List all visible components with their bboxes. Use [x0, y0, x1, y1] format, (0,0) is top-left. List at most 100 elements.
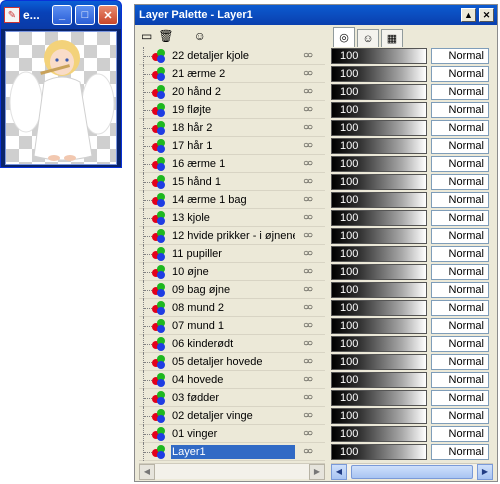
image-window-titlebar[interactable]: ✎ e... _ □ ✕	[1, 1, 121, 29]
visibility-toggle-icon[interactable]: ○○	[303, 428, 313, 439]
tab-general-icon[interactable]: ◎	[333, 27, 355, 47]
visibility-toggle-icon[interactable]: ○○	[303, 446, 313, 457]
layer-name[interactable]: 09 bag øjne	[171, 283, 295, 297]
layer-row[interactable]: 06 kinderødt ○○	[139, 335, 325, 353]
layer-row[interactable]: 18 hår 2 ○○	[139, 119, 325, 137]
blend-mode-select[interactable]: Normal	[431, 426, 489, 442]
close-button[interactable]: ✕	[98, 5, 118, 25]
opacity-slider[interactable]: 100	[331, 444, 427, 460]
blend-mode-select[interactable]: Normal	[431, 66, 489, 82]
opacity-slider[interactable]: 100	[331, 354, 427, 370]
layer-row[interactable]: 14 ærme 1 bag ○○	[139, 191, 325, 209]
opacity-slider[interactable]: 100	[331, 66, 427, 82]
layer-name[interactable]: 01 vinger	[171, 427, 295, 441]
tab-mask-icon[interactable]: ☺	[357, 29, 379, 47]
blend-mode-select[interactable]: Normal	[431, 210, 489, 226]
layer-name[interactable]: 12 hvide prikker - i øjnene	[171, 229, 295, 243]
close-icon[interactable]: ✕	[479, 8, 494, 22]
blend-mode-select[interactable]: Normal	[431, 120, 489, 136]
visibility-toggle-icon[interactable]: ○○	[303, 212, 313, 223]
opacity-slider[interactable]: 100	[331, 156, 427, 172]
layer-name[interactable]: 06 kinderødt	[171, 337, 295, 351]
mask-icon[interactable]: ☺	[194, 29, 206, 43]
scroll-thumb[interactable]	[351, 464, 473, 479]
blend-mode-select[interactable]: Normal	[431, 192, 489, 208]
layer-row[interactable]: 22 detaljer kjole ○○	[139, 47, 325, 65]
layer-name[interactable]: 16 ærme 1	[171, 157, 295, 171]
opacity-slider[interactable]: 100	[331, 390, 427, 406]
scroll-right-icon[interactable]: ▶	[309, 463, 325, 480]
blend-mode-select[interactable]: Normal	[431, 282, 489, 298]
opacity-slider[interactable]: 100	[331, 138, 427, 154]
layer-row[interactable]: Layer1 ○○	[139, 443, 325, 461]
layer-row[interactable]: 17 hår 1 ○○	[139, 137, 325, 155]
blend-mode-select[interactable]: Normal	[431, 138, 489, 154]
opacity-slider[interactable]: 100	[331, 228, 427, 244]
blend-mode-select[interactable]: Normal	[431, 336, 489, 352]
blend-mode-select[interactable]: Normal	[431, 444, 489, 460]
layer-row[interactable]: 08 mund 2 ○○	[139, 299, 325, 317]
layer-row[interactable]: 16 ærme 1 ○○	[139, 155, 325, 173]
layer-name[interactable]: 21 ærme 2	[171, 67, 295, 81]
visibility-toggle-icon[interactable]: ○○	[303, 104, 313, 115]
layer-name[interactable]: 04 hovede	[171, 373, 295, 387]
layer-name[interactable]: 07 mund 1	[171, 319, 295, 333]
layer-row[interactable]: 15 hånd 1 ○○	[139, 173, 325, 191]
scroll-left-icon[interactable]: ◀	[139, 463, 155, 480]
blend-mode-select[interactable]: Normal	[431, 174, 489, 190]
visibility-toggle-icon[interactable]: ○○	[303, 158, 313, 169]
tab-channels-icon[interactable]: ▦	[381, 29, 403, 47]
blend-mode-select[interactable]: Normal	[431, 318, 489, 334]
opacity-slider[interactable]: 100	[331, 264, 427, 280]
blend-mode-select[interactable]: Normal	[431, 390, 489, 406]
visibility-toggle-icon[interactable]: ○○	[303, 194, 313, 205]
layer-row[interactable]: 03 fødder ○○	[139, 389, 325, 407]
properties-scrollbar[interactable]: ◀ ▶	[331, 463, 493, 480]
opacity-slider[interactable]: 100	[331, 246, 427, 262]
layer-row[interactable]: 02 detaljer vinge ○○	[139, 407, 325, 425]
blend-mode-select[interactable]: Normal	[431, 102, 489, 118]
blend-mode-select[interactable]: Normal	[431, 156, 489, 172]
visibility-toggle-icon[interactable]: ○○	[303, 230, 313, 241]
opacity-slider[interactable]: 100	[331, 210, 427, 226]
visibility-toggle-icon[interactable]: ○○	[303, 266, 313, 277]
visibility-toggle-icon[interactable]: ○○	[303, 338, 313, 349]
layer-name[interactable]: 11 pupiller	[171, 247, 295, 261]
opacity-slider[interactable]: 100	[331, 372, 427, 388]
scroll-right-icon[interactable]: ▶	[477, 463, 493, 480]
visibility-toggle-icon[interactable]: ○○	[303, 374, 313, 385]
layer-row[interactable]: 01 vinger ○○	[139, 425, 325, 443]
layer-row[interactable]: 05 detaljer hovede ○○	[139, 353, 325, 371]
minimize-button[interactable]: _	[52, 5, 72, 25]
layer-row[interactable]: 04 hovede ○○	[139, 371, 325, 389]
opacity-slider[interactable]: 100	[331, 336, 427, 352]
blend-mode-select[interactable]: Normal	[431, 354, 489, 370]
layer-row[interactable]: 19 fløjte ○○	[139, 101, 325, 119]
opacity-slider[interactable]: 100	[331, 120, 427, 136]
opacity-slider[interactable]: 100	[331, 300, 427, 316]
opacity-slider[interactable]: 100	[331, 102, 427, 118]
layer-name[interactable]: 10 øjne	[171, 265, 295, 279]
visibility-toggle-icon[interactable]: ○○	[303, 176, 313, 187]
visibility-toggle-icon[interactable]: ○○	[303, 392, 313, 403]
opacity-slider[interactable]: 100	[331, 408, 427, 424]
opacity-slider[interactable]: 100	[331, 174, 427, 190]
visibility-toggle-icon[interactable]: ○○	[303, 284, 313, 295]
visibility-toggle-icon[interactable]: ○○	[303, 86, 313, 97]
rollup-icon[interactable]: ▲	[461, 8, 476, 22]
layer-name[interactable]: 17 hår 1	[171, 139, 295, 153]
layer-name[interactable]: 22 detaljer kjole	[171, 49, 295, 63]
new-layer-icon[interactable]: ▭	[141, 29, 152, 43]
visibility-toggle-icon[interactable]: ○○	[303, 320, 313, 331]
visibility-toggle-icon[interactable]: ○○	[303, 122, 313, 133]
blend-mode-select[interactable]: Normal	[431, 246, 489, 262]
layer-row[interactable]: 11 pupiller ○○	[139, 245, 325, 263]
blend-mode-select[interactable]: Normal	[431, 300, 489, 316]
blend-mode-select[interactable]: Normal	[431, 228, 489, 244]
maximize-button[interactable]: □	[75, 5, 95, 25]
blend-mode-select[interactable]: Normal	[431, 84, 489, 100]
visibility-toggle-icon[interactable]: ○○	[303, 68, 313, 79]
image-canvas[interactable]	[5, 31, 117, 165]
layer-row[interactable]: 13 kjole ○○	[139, 209, 325, 227]
layer-row[interactable]: 21 ærme 2 ○○	[139, 65, 325, 83]
